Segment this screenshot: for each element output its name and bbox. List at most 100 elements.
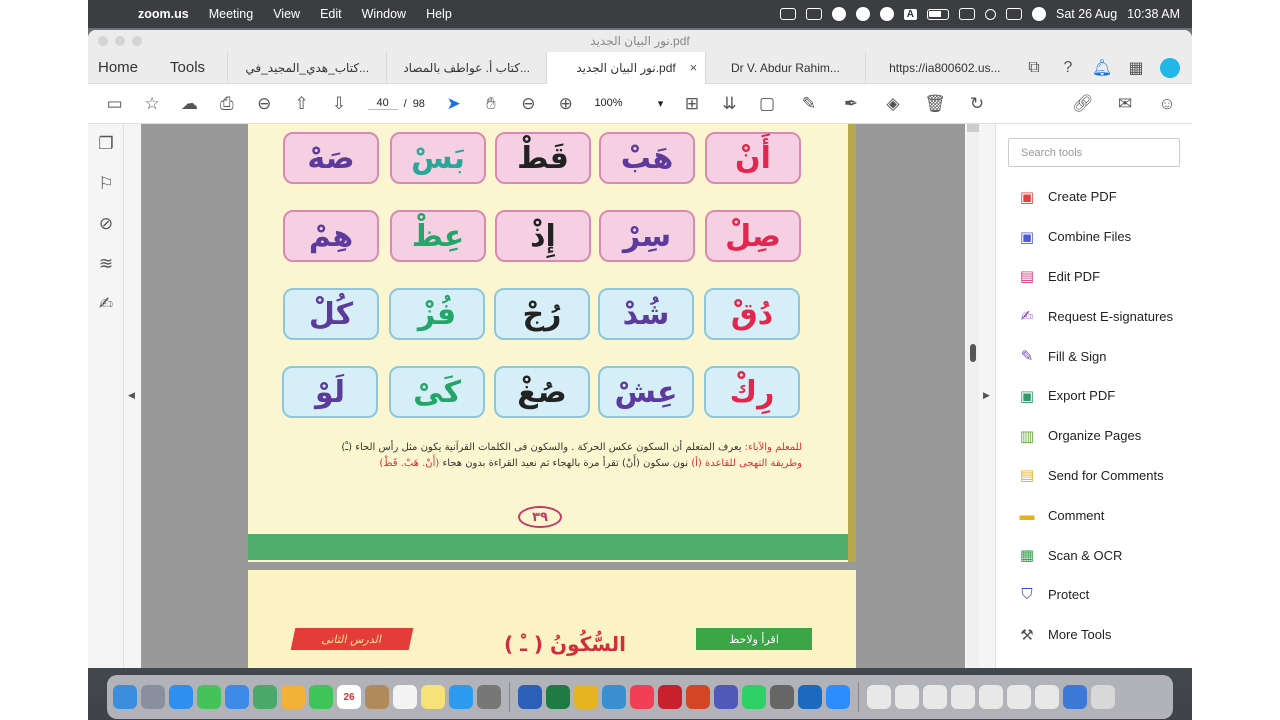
siri-icon[interactable] (1032, 7, 1046, 21)
signature-pen-icon[interactable]: ✍ (88, 284, 124, 324)
tool-comment[interactable]: ▬ Comment (996, 495, 1192, 535)
document-tab-4[interactable]: Dr V. Abdur Rahim... (705, 51, 864, 84)
document-tab-active[interactable]: نور البيان الجديد.pdf × (545, 51, 706, 84)
tool-organize-pages[interactable]: ▥ Organize Pages (996, 416, 1192, 456)
email-icon[interactable]: ✉ (1106, 89, 1144, 119)
upload-cloud-icon[interactable]: ☁ (171, 89, 208, 119)
user-avatar[interactable] (1160, 57, 1180, 78)
document-tab-5[interactable]: https://ia800602.us... (864, 51, 1024, 84)
trash-icon[interactable] (1091, 685, 1115, 709)
attachments-icon[interactable]: ⊘ (88, 204, 124, 244)
acrobat-icon[interactable] (658, 685, 682, 709)
safari-icon[interactable] (169, 685, 193, 709)
mail-icon[interactable] (225, 685, 249, 709)
menu-window[interactable]: Window (352, 7, 416, 21)
tool-more-tools[interactable]: ⚒ More Tools (996, 615, 1192, 655)
document-tab-1[interactable]: كتاب_هدي_المجيد_في... (227, 51, 386, 84)
play-icon[interactable] (879, 7, 894, 21)
tool-fill-sign[interactable]: ✎ Fill & Sign (996, 336, 1192, 376)
control-center-icon[interactable] (1006, 8, 1022, 20)
app-store-icon[interactable] (449, 685, 473, 709)
menubar-time[interactable]: 10:38 AM (1127, 7, 1180, 21)
draw-icon[interactable]: ✒ (832, 89, 870, 119)
highlight-pen-icon[interactable]: ✎ (790, 89, 828, 119)
messages-icon[interactable] (197, 685, 221, 709)
notes-icon[interactable] (421, 685, 445, 709)
menu-view[interactable]: View (263, 7, 310, 21)
hand-tool-icon[interactable]: ✋︎ (472, 89, 509, 119)
search-tools-input[interactable]: Search tools (1008, 138, 1180, 167)
skype-icon[interactable] (602, 685, 626, 709)
teams-icon[interactable] (714, 685, 738, 709)
bookmark-star-icon[interactable]: ☆ (133, 89, 170, 119)
layers-icon[interactable]: ≋ (88, 244, 124, 284)
collapse-right-panel-icon[interactable]: ▶ (983, 390, 990, 401)
whatsapp-icon[interactable] (742, 685, 766, 709)
spotlight-search-icon[interactable] (985, 8, 996, 20)
next-page-icon[interactable]: ⇩ (320, 89, 357, 119)
minimize-window-button[interactable] (115, 36, 125, 46)
battery-icon[interactable] (927, 8, 949, 20)
tool-protect[interactable]: ⛉ Protect (996, 575, 1192, 615)
preview-icon[interactable] (770, 685, 794, 709)
close-tab-icon[interactable]: × (690, 60, 698, 75)
bookmarks-icon[interactable]: ⚐ (88, 164, 124, 204)
menu-app-name[interactable]: zoom.us (128, 7, 199, 21)
vertical-scrollbar[interactable] (967, 124, 979, 668)
stamp-icon[interactable]: ◈ (874, 89, 912, 119)
zoom-search-icon[interactable]: ⊖ (246, 89, 283, 119)
page-thumbnails-icon[interactable]: ❐ (88, 124, 124, 164)
link-icon[interactable] (959, 8, 975, 20)
tool-create-pdf[interactable]: ▣ Create PDF (996, 177, 1192, 217)
tool-send-for-comments[interactable]: ▤ Send for Comments (996, 456, 1192, 496)
launchpad-icon[interactable] (141, 685, 165, 709)
tool-request-esignatures[interactable]: ✍ Request E-signatures (996, 296, 1192, 336)
tool-scan-ocr[interactable]: ▦ Scan & OCR (996, 535, 1192, 575)
contacts-icon[interactable] (365, 685, 389, 709)
collapse-left-panel-icon[interactable]: ◀ (128, 390, 135, 401)
share-link-icon[interactable]: 🔗︎ (1064, 89, 1102, 119)
comment-icon[interactable]: ▢ (748, 89, 786, 119)
document-tab-2[interactable]: كتاب أ. عواطف بالمصاد... (386, 51, 545, 84)
photos-icon[interactable] (281, 685, 305, 709)
print-icon[interactable]: ⎙ (208, 89, 245, 119)
document-thumbnail[interactable] (1007, 685, 1031, 709)
notification-bell-icon[interactable]: 🔔︎ (1092, 58, 1112, 78)
page-display-icon[interactable]: ⊞ (673, 89, 710, 119)
share-screen-icon[interactable]: ⧉ (1024, 58, 1044, 78)
tool-edit-pdf[interactable]: ▤ Edit PDF (996, 257, 1192, 297)
maps-icon[interactable] (253, 685, 277, 709)
apps-grid-icon[interactable]: ▦ (1126, 58, 1146, 78)
delete-icon[interactable]: 🗑︎ (916, 89, 954, 119)
menu-meeting[interactable]: Meeting (199, 7, 263, 21)
display-icon[interactable] (805, 8, 822, 20)
document-thumbnail[interactable] (895, 685, 919, 709)
zoom-in-icon[interactable]: ⊕ (547, 89, 584, 119)
outlook-icon[interactable] (798, 685, 822, 709)
status-app-icon[interactable] (831, 7, 846, 21)
zoom-out-icon[interactable]: ⊖ (510, 89, 547, 119)
select-cursor-icon[interactable]: ➤ (435, 89, 472, 119)
scrollbar-thumb[interactable] (970, 344, 976, 362)
word-icon[interactable] (518, 685, 542, 709)
checkmark-icon[interactable] (855, 7, 870, 21)
tool-export-pdf[interactable]: ▣ Export PDF (996, 376, 1192, 416)
document-thumbnail[interactable] (923, 685, 947, 709)
tab-home[interactable]: Home (88, 59, 148, 76)
excel-icon[interactable] (546, 685, 570, 709)
document-viewer[interactable]: صَهْ بَسْ قَطْ هَبْ أَنْ هِمْ عِظْ إِذْ … (141, 124, 965, 668)
document-thumbnail[interactable] (1035, 685, 1059, 709)
tool-combine-files[interactable]: ▣ Combine Files (996, 217, 1192, 257)
help-icon[interactable]: ? (1058, 58, 1078, 78)
chrome-icon[interactable] (574, 685, 598, 709)
music-icon[interactable] (630, 685, 654, 709)
downloads-folder-icon[interactable] (1063, 685, 1087, 709)
rotate-icon[interactable]: ↻ (958, 89, 996, 119)
document-thumbnail[interactable] (867, 685, 891, 709)
zoom-select[interactable]: 100% ▾ (594, 97, 663, 110)
scroll-mode-icon[interactable]: ⇊ (711, 89, 748, 119)
facetime-icon[interactable] (309, 685, 333, 709)
finder-icon[interactable] (113, 685, 137, 709)
menu-help[interactable]: Help (416, 7, 462, 21)
document-thumbnail[interactable] (951, 685, 975, 709)
